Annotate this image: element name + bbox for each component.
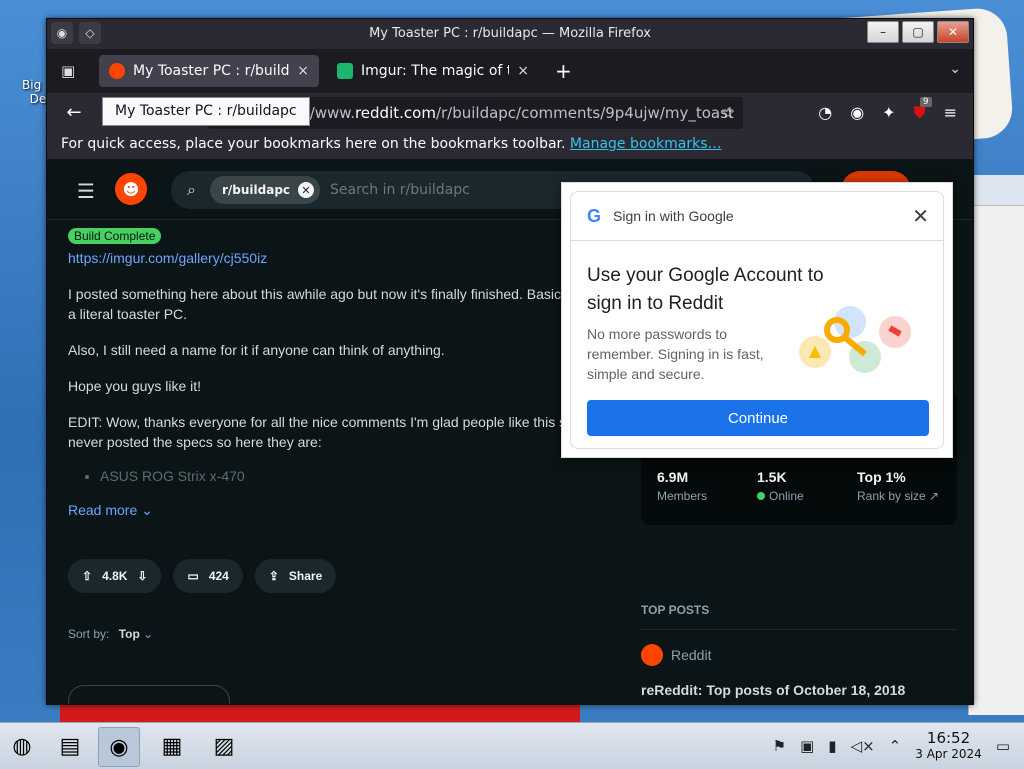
- top-post-title[interactable]: reReddit: Top posts of October 18, 2018: [641, 682, 957, 698]
- post-paragraph: Hope you guys like it!: [68, 378, 202, 394]
- manage-bookmarks-link[interactable]: Manage bookmarks…: [570, 136, 722, 152]
- tab-list-icon[interactable]: ▣: [61, 62, 81, 80]
- post-paragraph: I posted something here about this awhil…: [68, 286, 561, 322]
- comment-icon: ▭: [187, 569, 199, 583]
- tab-label: Imgur: The magic of the Internet: [361, 63, 509, 79]
- downvote-icon[interactable]: ⇩: [137, 569, 147, 583]
- post-paragraph: EDIT: Wow, thanks everyone for all the n…: [68, 414, 567, 450]
- rank-stat[interactable]: Top 1% Rank by size ↗: [857, 469, 939, 503]
- subreddit-chip-label: r/buildapc: [221, 183, 291, 197]
- post-link[interactable]: https://imgur.com/gallery/cj550iz: [68, 250, 588, 266]
- system-tray: ⚑ ▣ ▮ ◁× ⌃ 16:52 3 Apr 2024 ▭: [773, 723, 1024, 769]
- close-tab-icon[interactable]: ×: [517, 63, 529, 79]
- google-popup-title: Use your Google Account to sign in to Re…: [587, 265, 824, 314]
- vote-control[interactable]: ⇧ 4.8K ⇩: [68, 559, 162, 593]
- share-button[interactable]: ⇪ Share: [254, 559, 337, 593]
- titlebar[interactable]: ◉ ◇ My Toaster PC : r/buildapc — Mozilla…: [47, 19, 973, 49]
- tab-reddit[interactable]: My Toaster PC : r/buildapc ×: [99, 55, 319, 87]
- minimize-button[interactable]: –: [867, 21, 899, 43]
- start-menu-icon[interactable]: ◍: [2, 727, 42, 765]
- background-window[interactable]: [968, 175, 1024, 715]
- google-popup-description: No more passwords to remember. Signing i…: [587, 326, 764, 382]
- share-icon: ⇪: [268, 569, 279, 583]
- tab-tooltip: My Toaster PC : r/buildapc: [102, 97, 310, 126]
- url-path: /r/buildapc/comments/9p4ujw/my_toast: [435, 104, 734, 122]
- search-icon: ⌕: [187, 180, 196, 199]
- clipboard-icon[interactable]: ▣: [800, 737, 814, 755]
- top-posts: TOP POSTS Reddit reReddit: Top posts of …: [641, 603, 957, 698]
- continue-button[interactable]: Continue: [587, 400, 929, 436]
- subreddit-chip[interactable]: r/buildapc ✕: [209, 176, 321, 204]
- online-stat: 1.5K Online: [757, 469, 804, 503]
- post-actions: ⇧ 4.8K ⇩ ▭ 424 ⇪ Share: [68, 559, 337, 593]
- clock[interactable]: 16:52 3 Apr 2024: [915, 730, 982, 762]
- sort-value: Top: [118, 627, 140, 641]
- bookmarks-bar: For quick access, place your bookmarks h…: [47, 133, 973, 159]
- sort-dropdown[interactable]: Sort by: Top ⌄: [68, 627, 153, 641]
- top-posts-header: TOP POSTS: [641, 603, 957, 630]
- account-icon[interactable]: ◉: [850, 103, 864, 123]
- comments-button[interactable]: ▭ 424: [173, 559, 243, 593]
- notification-icon[interactable]: ⚑: [773, 737, 786, 755]
- tab-label: My Toaster PC : r/buildapc: [133, 63, 290, 79]
- extensions-icon[interactable]: ✦: [882, 103, 895, 123]
- firefox-taskbar-icon[interactable]: ◉: [98, 727, 140, 767]
- clear-chip-icon[interactable]: ✕: [298, 182, 315, 198]
- file-manager-icon[interactable]: ▤: [50, 727, 90, 765]
- new-tab-button[interactable]: +: [555, 59, 572, 83]
- url-host: reddit.com: [354, 104, 436, 122]
- show-desktop-icon[interactable]: ▭: [996, 737, 1010, 755]
- bookmarks-hint: For quick access, place your bookmarks h…: [61, 136, 566, 152]
- notes-app-icon[interactable]: ▨: [204, 727, 244, 765]
- hamburger-icon[interactable]: ☰: [77, 179, 95, 203]
- desktop-icon-label[interactable]: Big De: [22, 78, 46, 106]
- google-popup-header: G Sign in with Google ✕: [571, 192, 943, 241]
- list-all-tabs-icon[interactable]: ⌄: [949, 61, 961, 77]
- ublock-icon[interactable]: ⛊ 9: [914, 97, 932, 123]
- reddit-favicon-icon: [109, 63, 125, 79]
- spec-item: ASUS ROG Strix x-470: [100, 468, 588, 484]
- share-label: Share: [288, 569, 323, 583]
- google-logo-icon: G: [587, 205, 602, 226]
- control-panel-icon[interactable]: ▦: [152, 727, 192, 765]
- window-title: My Toaster PC : r/buildapc — Mozilla Fir…: [369, 26, 651, 41]
- reddit-logo-icon[interactable]: ☻: [115, 173, 147, 205]
- post-body: Build Complete https://imgur.com/gallery…: [68, 227, 588, 519]
- members-stat: 6.9M Members: [657, 469, 708, 503]
- read-more-button[interactable]: Read more ⌄: [68, 502, 588, 519]
- close-button[interactable]: ✕: [937, 21, 969, 43]
- back-icon[interactable]: ←: [63, 102, 85, 123]
- post-flair: Build Complete: [68, 228, 162, 244]
- sort-label: Sort by:: [68, 627, 110, 641]
- vote-count: 4.8K: [102, 569, 128, 583]
- maximize-button[interactable]: ▢: [902, 21, 934, 43]
- imgur-favicon-icon: [337, 63, 353, 79]
- top-post-author[interactable]: Reddit: [641, 644, 957, 666]
- post-paragraph: Also, I still need a name for it if anyo…: [68, 342, 445, 358]
- close-tab-icon[interactable]: ×: [297, 63, 309, 79]
- taskbar: ◍ ▤ ◉ ▦ ▨ ⚑ ▣ ▮ ◁× ⌃ 16:52 3 Apr 2024 ▭: [0, 722, 1024, 769]
- reddit-avatar-icon: [641, 644, 663, 666]
- upvote-icon[interactable]: ⇧: [82, 569, 92, 583]
- key-illustration-icon: [799, 306, 911, 373]
- chevron-up-icon[interactable]: ⌃: [889, 737, 902, 755]
- tab-imgur[interactable]: Imgur: The magic of the Internet ×: [327, 55, 539, 87]
- google-popup-header-label: Sign in with Google: [613, 208, 734, 224]
- comment-count: 424: [208, 569, 229, 583]
- menu-icon[interactable]: ≡: [944, 103, 957, 123]
- pocket-icon[interactable]: ◔: [818, 103, 832, 123]
- close-icon[interactable]: ✕: [912, 204, 929, 229]
- volume-muted-icon[interactable]: ◁×: [851, 737, 875, 755]
- add-comment-input[interactable]: [68, 685, 230, 704]
- extension-badge: 9: [919, 97, 932, 107]
- bookmark-star-icon[interactable]: ☆: [722, 104, 735, 122]
- google-signin-popup: G Sign in with Google ✕ Use your Google …: [561, 182, 953, 458]
- battery-icon[interactable]: ▮: [828, 737, 836, 755]
- tab-bar: ▣ My Toaster PC : r/buildapc × Imgur: Th…: [47, 49, 973, 93]
- search-input[interactable]: [328, 181, 507, 199]
